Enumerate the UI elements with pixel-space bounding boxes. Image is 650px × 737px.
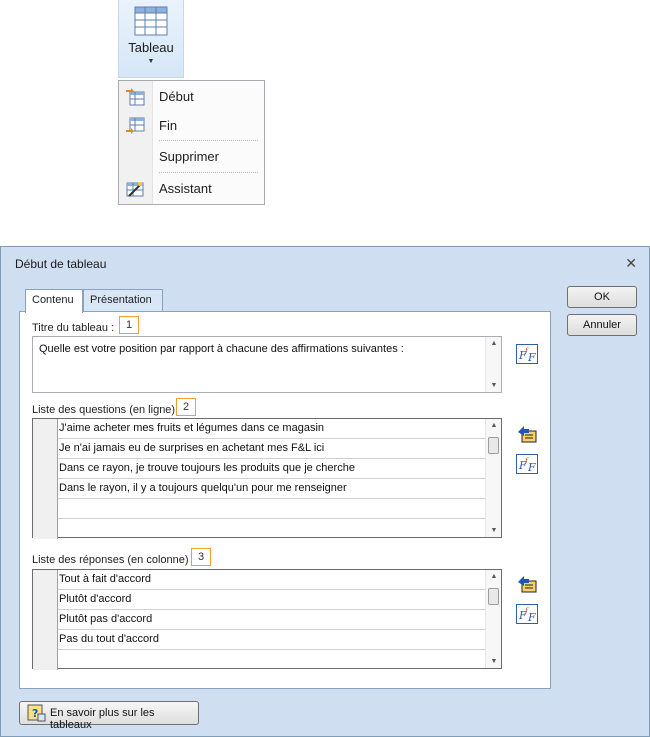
menu-item-label: Début <box>159 89 194 104</box>
titre-scrollbar[interactable]: ▲ ▼ <box>485 337 501 392</box>
scroll-down-icon[interactable]: ▼ <box>486 382 502 389</box>
tableau-ribbon-button[interactable]: Tableau ▼ <box>118 0 184 78</box>
table-row[interactable]: Tout à fait d'accord <box>33 570 485 590</box>
dropdown-arrow-icon: ▼ <box>147 58 155 65</box>
table-row[interactable]: Dans ce rayon, je trouve toujours les pr… <box>33 459 485 479</box>
table-row[interactable]: J'aime acheter mes fruits et légumes dan… <box>33 419 485 439</box>
tableau-label: Tableau <box>128 40 174 55</box>
menu-item-fin[interactable]: Fin <box>119 113 264 139</box>
row-header <box>33 419 58 439</box>
row-header <box>33 590 58 610</box>
menu-item-debut[interactable]: Début <box>119 84 264 110</box>
reponses-grid[interactable]: Tout à fait d'accord Plutôt d'accord Plu… <box>32 569 502 670</box>
table-row[interactable]: Plutôt d'accord <box>33 590 485 610</box>
dialog-titlebar: Début de tableau ✕ <box>1 247 649 279</box>
table-icon <box>134 6 168 36</box>
titre-value: Quelle est votre position par rapport à … <box>39 343 404 355</box>
dialog-title: Début de tableau <box>15 257 107 271</box>
answer-cell: Plutôt pas d'accord <box>59 613 153 625</box>
answer-cell: Pas du tout d'accord <box>59 633 159 645</box>
row-header <box>33 479 58 499</box>
menu-item-supprimer[interactable]: Supprimer <box>119 144 264 170</box>
cancel-button[interactable]: Annuler <box>567 314 637 336</box>
font-format-icon[interactable]: F f F <box>516 344 538 364</box>
help-label: En savoir plus sur les tableaux <box>50 707 155 731</box>
table-insert-start-icon <box>126 88 145 106</box>
reponses-label: Liste des réponses (en colonne) <box>32 554 189 566</box>
row-header <box>33 650 58 670</box>
ok-button[interactable]: OK <box>567 286 637 308</box>
font-format-icon[interactable]: F f F <box>516 454 538 474</box>
step-badge-2: 2 <box>176 398 196 416</box>
questions-grid[interactable]: J'aime acheter mes fruits et légumes dan… <box>32 418 502 539</box>
question-cell: Dans ce rayon, je trouve toujours les pr… <box>59 462 355 474</box>
tab-presentation[interactable]: Présentation <box>83 289 163 311</box>
question-cell: J'aime acheter mes fruits et légumes dan… <box>59 422 324 434</box>
svg-text:F: F <box>527 351 536 364</box>
titre-label: Titre du tableau : <box>32 322 115 334</box>
debut-tableau-dialog: Début de tableau ✕ Contenu Présentation … <box>0 246 650 737</box>
row-header <box>33 499 58 519</box>
scroll-up-icon[interactable]: ▲ <box>486 573 502 580</box>
table-row[interactable]: Pas du tout d'accord <box>33 630 485 650</box>
step-badge-3: 3 <box>191 548 211 566</box>
titre-textarea[interactable]: Quelle est votre position par rapport à … <box>32 336 502 393</box>
table-row[interactable]: Plutôt pas d'accord <box>33 610 485 630</box>
scroll-thumb[interactable] <box>488 437 499 454</box>
menu-item-label: Fin <box>159 118 178 133</box>
row-header <box>33 610 58 630</box>
row-header <box>33 439 58 459</box>
row-header <box>33 630 58 650</box>
svg-text:F: F <box>527 611 536 624</box>
import-list-icon[interactable] <box>516 424 538 444</box>
table-insert-end-icon <box>126 117 145 134</box>
table-row[interactable]: Je n'ai jamais eu de surprises en acheta… <box>33 439 485 459</box>
svg-text:?: ? <box>32 707 38 720</box>
question-cell: Je n'ai jamais eu de surprises en acheta… <box>59 442 325 454</box>
import-list-icon[interactable] <box>516 574 538 594</box>
row-header <box>33 519 58 539</box>
menu-separator <box>159 140 258 141</box>
tab-panel-contenu: Titre du tableau : 1 Quelle est votre po… <box>19 311 551 689</box>
table-row[interactable] <box>33 650 485 670</box>
scroll-thumb[interactable] <box>488 588 499 605</box>
help-icon: ? <box>27 704 46 722</box>
font-format-icon[interactable]: F f F <box>516 604 538 624</box>
scroll-down-icon[interactable]: ▼ <box>486 658 502 665</box>
answer-cell: Tout à fait d'accord <box>59 573 151 585</box>
wizard-icon <box>126 182 144 197</box>
step-badge-1: 1 <box>119 316 139 334</box>
scroll-down-icon[interactable]: ▼ <box>486 527 502 534</box>
tab-contenu[interactable]: Contenu <box>25 289 83 313</box>
row-header <box>33 570 58 590</box>
answer-cell: Plutôt d'accord <box>59 593 132 605</box>
scroll-up-icon[interactable]: ▲ <box>486 422 502 429</box>
table-row[interactable]: Dans le rayon, il y a toujours quelqu'un… <box>33 479 485 499</box>
question-cell: Dans le rayon, il y a toujours quelqu'un… <box>59 482 347 494</box>
menu-item-label: Assistant <box>159 181 212 196</box>
svg-text:F: F <box>527 461 536 474</box>
row-header <box>33 459 58 479</box>
help-tableaux-button[interactable]: ? En savoir plus sur les tableaux <box>19 701 199 731</box>
scroll-up-icon[interactable]: ▲ <box>486 340 502 347</box>
close-icon[interactable]: ✕ <box>625 255 637 272</box>
table-row[interactable] <box>33 519 485 539</box>
menu-separator <box>159 172 258 173</box>
table-row[interactable] <box>33 499 485 519</box>
questions-label: Liste des questions (en ligne) <box>32 404 176 416</box>
reponses-scrollbar[interactable]: ▲ ▼ <box>485 570 501 668</box>
questions-scrollbar[interactable]: ▲ ▼ <box>485 419 501 537</box>
tableau-dropdown-menu: Début Fin Supprimer Assistant <box>118 80 265 205</box>
menu-item-assistant[interactable]: Assistant <box>119 176 264 202</box>
menu-item-label: Supprimer <box>159 149 219 164</box>
